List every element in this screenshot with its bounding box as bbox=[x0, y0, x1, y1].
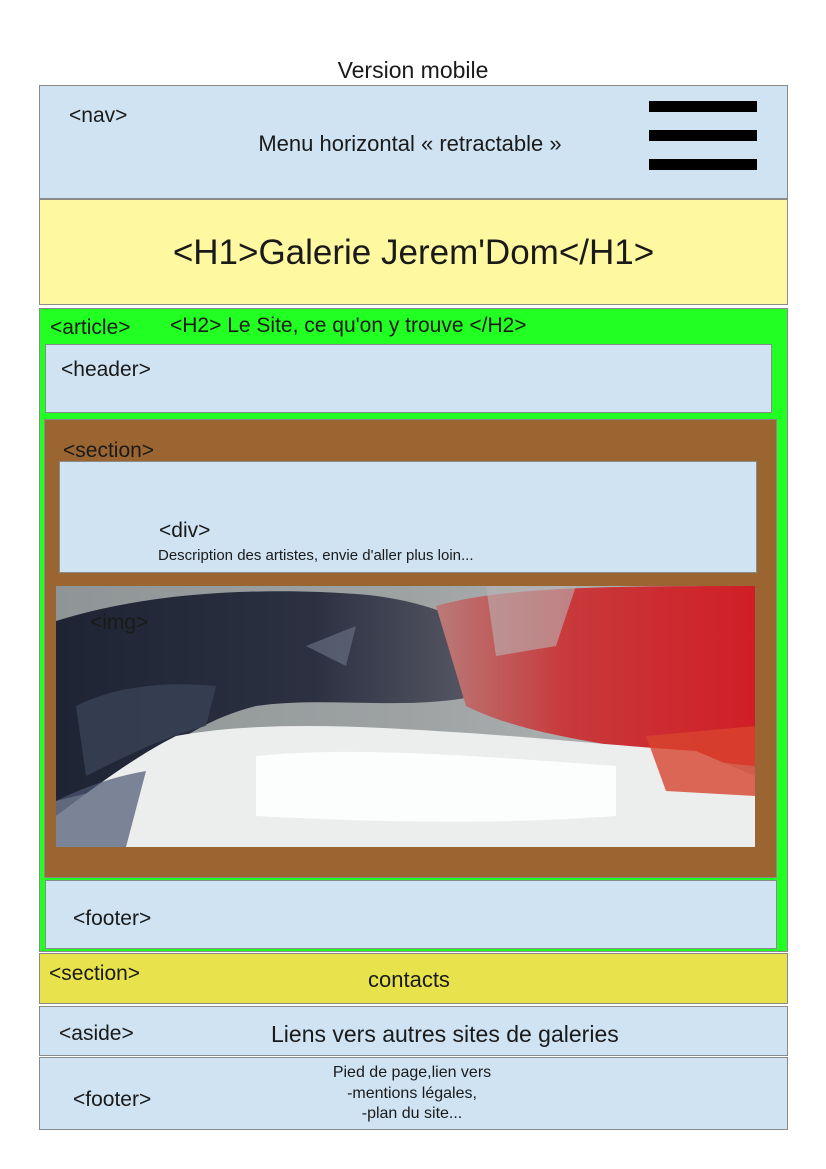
section-tag: <section> bbox=[63, 439, 155, 462]
h1-block: <H1>Galerie Jerem'Dom</H1> bbox=[39, 199, 788, 305]
page-title: Version mobile bbox=[337, 57, 489, 83]
article-header-block: <header> bbox=[45, 344, 772, 413]
painting-image: <img> bbox=[56, 586, 755, 847]
article-footer-tag: <footer> bbox=[73, 907, 152, 930]
contacts-section-tag: <section> bbox=[49, 962, 141, 985]
h1-text: <H1>Galerie Jerem'Dom</H1> bbox=[172, 233, 655, 272]
aside-block: <aside> Liens vers autres sites de galer… bbox=[39, 1006, 788, 1056]
aside-links-text: Liens vers autres sites de galeries bbox=[271, 1021, 619, 1047]
abstract-painting bbox=[56, 586, 755, 847]
article-footer-block: <footer> bbox=[45, 880, 777, 949]
article-tag: <article> bbox=[50, 316, 131, 339]
footer-line-1: Pied de page,lien vers bbox=[332, 1064, 492, 1081]
nav-block: <nav> Menu horizontal « retractable » bbox=[39, 85, 788, 199]
section-div-block: <div> Description des artistes, envie d'… bbox=[59, 461, 757, 573]
contacts-text: contacts bbox=[368, 967, 450, 992]
aside-tag: <aside> bbox=[59, 1022, 134, 1045]
footer-line-2: -mentions légales, bbox=[347, 1085, 477, 1102]
article-block: <article> <H2> Le Site, ce qu'on y trouv… bbox=[39, 308, 788, 952]
hamburger-menu-icon[interactable] bbox=[649, 101, 757, 173]
page-footer-block: <footer> Pied de page,lien vers -mention… bbox=[39, 1057, 788, 1130]
article-header-tag: <header> bbox=[61, 358, 151, 381]
article-h2-text: <H2> Le Site, ce qu'on y trouve </H2> bbox=[170, 314, 527, 337]
article-section-block: <section> <div> Description des artistes… bbox=[44, 419, 777, 878]
img-tag: <img> bbox=[90, 611, 149, 634]
contacts-section-block: <section> contacts bbox=[39, 953, 788, 1004]
nav-tag: <nav> bbox=[69, 104, 128, 127]
footer-line-3: -plan du site... bbox=[361, 1105, 463, 1122]
div-tag: <div> bbox=[159, 519, 211, 542]
div-description: Description des artistes, envie d'aller … bbox=[158, 547, 474, 564]
